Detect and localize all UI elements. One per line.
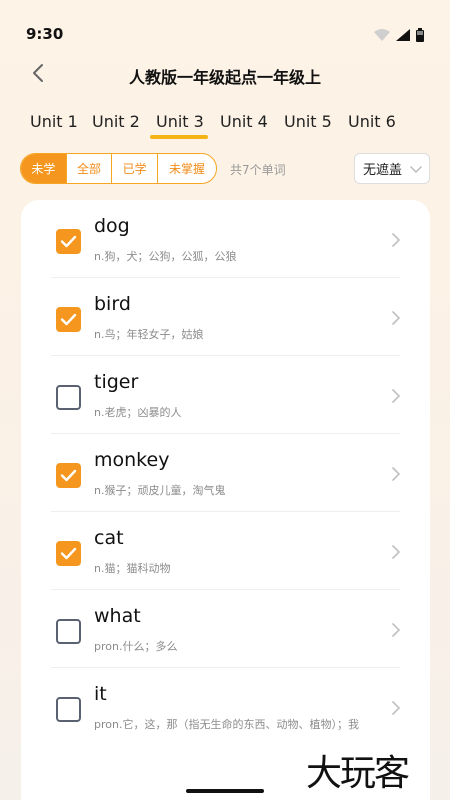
word-meaning: pron.什么；多么: [94, 640, 178, 653]
checkmark-icon: [60, 469, 77, 482]
word-checkbox[interactable]: [56, 541, 81, 566]
word-text: bird: [94, 293, 131, 315]
unit-tabs: Unit 1 Unit 2 Unit 3 Unit 4 Unit 5 Unit …: [0, 112, 450, 146]
chevron-right-icon: [390, 388, 402, 408]
checkmark-icon: [60, 547, 77, 560]
tab-unit-3[interactable]: Unit 3: [156, 112, 204, 131]
word-text: cat: [94, 527, 124, 549]
word-row[interactable]: tiger n.老虎；凶暴的人: [51, 356, 400, 434]
tab-unit-2[interactable]: Unit 2: [92, 112, 140, 131]
filter-all[interactable]: 全部: [67, 154, 113, 183]
checkmark-icon: [60, 235, 77, 248]
word-checkbox[interactable]: [56, 619, 81, 644]
word-checkbox[interactable]: [56, 307, 81, 332]
page-title: 人教版一年级起点一年级上: [128, 68, 321, 87]
chevron-right-icon: [390, 700, 402, 720]
word-row[interactable]: bird n.鸟；年轻女子，姑娘: [51, 278, 400, 356]
tab-unit-1[interactable]: Unit 1: [30, 112, 78, 131]
word-count: 共7个单词: [230, 163, 286, 177]
word-meaning: pron.它，这，那（指无生命的东西、动物、植物）；我: [94, 718, 359, 731]
word-row[interactable]: what pron.什么；多么: [51, 590, 400, 668]
active-tab-indicator: [150, 135, 208, 139]
status-bar: 9:30: [0, 0, 450, 60]
tab-unit-6[interactable]: Unit 6: [348, 112, 396, 131]
chevron-right-icon: [390, 232, 402, 252]
tab-unit-5[interactable]: Unit 5: [284, 112, 332, 131]
chevron-down-icon: [410, 166, 422, 173]
status-time: 9:30: [26, 25, 64, 43]
word-text: dog: [94, 215, 130, 237]
nav-bar: 人教版一年级起点一年级上: [0, 52, 450, 94]
chevron-right-icon: [390, 466, 402, 486]
status-filter: 未学 全部 已学 未掌握: [20, 153, 217, 184]
cover-select-value: 无遮盖: [363, 163, 403, 178]
filter-unlearned[interactable]: 未学: [21, 154, 67, 183]
word-text: it: [94, 683, 107, 705]
word-row[interactable]: it pron.它，这，那（指无生命的东西、动物、植物）；我: [51, 668, 400, 746]
tab-unit-4[interactable]: Unit 4: [220, 112, 268, 131]
word-meaning: n.狗，犬；公狗，公狐，公狼: [94, 250, 237, 263]
word-checkbox[interactable]: [56, 697, 81, 722]
word-text: tiger: [94, 371, 139, 393]
word-meaning: n.鸟；年轻女子，姑娘: [94, 328, 204, 341]
filter-row: 未学 全部 已学 未掌握 共7个单词 无遮盖: [20, 153, 430, 185]
filter-unmastered[interactable]: 未掌握: [158, 154, 216, 183]
word-checkbox[interactable]: [56, 385, 81, 410]
word-checkbox[interactable]: [56, 229, 81, 254]
word-list: dog n.狗，犬；公狗，公狐，公狼 bird n.鸟；年轻女子，姑娘 tiger n.老…: [21, 200, 430, 800]
chevron-right-icon: [390, 310, 402, 330]
battery-icon: [416, 28, 424, 42]
word-meaning: n.老虎；凶暴的人: [94, 406, 182, 419]
word-row[interactable]: monkey n.猴子；顽皮儿童，淘气鬼: [51, 434, 400, 512]
checkmark-icon: [60, 313, 77, 326]
chevron-right-icon: [390, 544, 402, 564]
filter-learned[interactable]: 已学: [112, 154, 158, 183]
word-meaning: n.猫；猫科动物: [94, 562, 171, 575]
chevron-right-icon: [390, 622, 402, 642]
word-text: what: [94, 605, 141, 627]
word-checkbox[interactable]: [56, 463, 81, 488]
word-text: monkey: [94, 449, 170, 471]
home-indicator: [186, 789, 264, 793]
signal-icon: [396, 29, 410, 41]
word-row[interactable]: cat n.猫；猫科动物: [51, 512, 400, 590]
status-icons: [374, 28, 424, 42]
wifi-icon: [374, 29, 390, 41]
word-meaning: n.猴子；顽皮儿童，淘气鬼: [94, 484, 226, 497]
watermark-logo: 大玩客: [306, 753, 410, 794]
word-row[interactable]: dog n.狗，犬；公狗，公狐，公狼: [51, 200, 400, 278]
cover-select[interactable]: 无遮盖: [354, 153, 430, 184]
